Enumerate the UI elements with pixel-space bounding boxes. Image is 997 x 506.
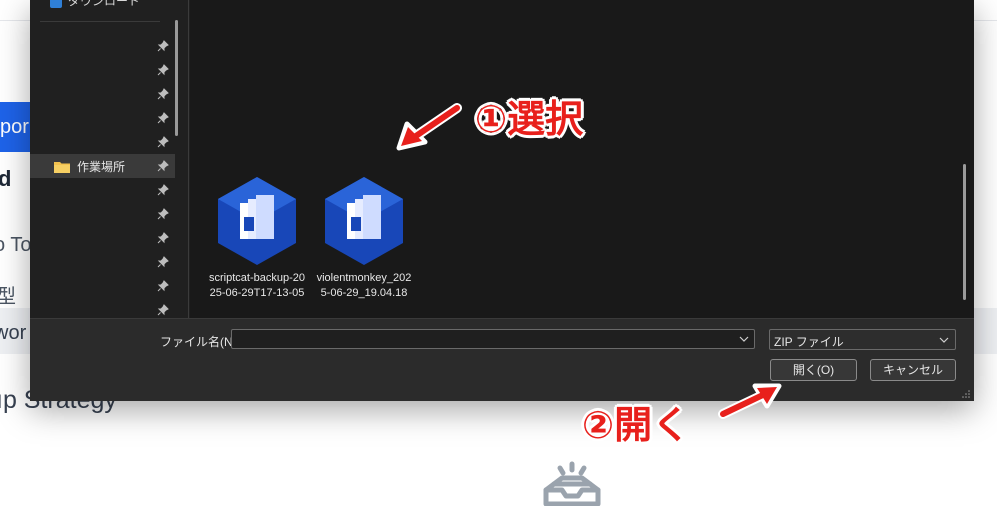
annotation-arrow-2 bbox=[718, 383, 782, 419]
quick-access-item[interactable] bbox=[30, 202, 175, 226]
file-list-pane: scriptcat-backup-2025-06-29T17-13-05 vio… bbox=[190, 0, 974, 318]
chevron-down-icon bbox=[939, 337, 949, 343]
file-item[interactable]: violentmonkey_2025-06-29_19.04.18 bbox=[314, 175, 414, 301]
pin-icon bbox=[157, 304, 169, 316]
quick-access-item[interactable] bbox=[30, 130, 175, 154]
pin-icon bbox=[157, 88, 169, 100]
chevron-down-icon[interactable] bbox=[738, 333, 750, 345]
sidebar-item-top[interactable]: ダウンロード bbox=[50, 0, 170, 8]
sidebar-item-label: ダウンロード bbox=[68, 0, 141, 8]
quick-access-item[interactable] bbox=[30, 274, 175, 298]
quick-access-list: 作業場所 bbox=[30, 34, 175, 322]
quick-access-item[interactable] bbox=[30, 178, 175, 202]
filetype-value: ZIP ファイル bbox=[774, 335, 844, 349]
file-open-dialog: ダウンロード 作業場所 scriptcat-backup-2025-06-29T… bbox=[30, 0, 974, 401]
background-heading: d bbox=[0, 166, 12, 191]
sidebar-scrollbar[interactable] bbox=[175, 20, 178, 136]
pin-icon bbox=[157, 112, 169, 124]
sidebar-item-label: 作業場所 bbox=[77, 160, 126, 174]
quick-access-item[interactable] bbox=[30, 106, 175, 130]
quick-access-item[interactable] bbox=[30, 82, 175, 106]
quick-access-item[interactable] bbox=[30, 58, 175, 82]
zip-archive-icon bbox=[218, 177, 296, 265]
resize-grip-icon[interactable] bbox=[962, 390, 970, 398]
pin-icon bbox=[157, 64, 169, 76]
pin-icon bbox=[157, 256, 169, 268]
pin-icon bbox=[157, 184, 169, 196]
sidebar-item-workspace[interactable]: 作業場所 bbox=[30, 154, 175, 178]
pin-icon bbox=[157, 160, 169, 172]
dialog-footer: ファイル名(N): ZIP ファイル 開く(O) キャンセル bbox=[30, 318, 974, 401]
file-list-scrollbar[interactable] bbox=[963, 164, 966, 300]
background-text-1: o To bbox=[0, 234, 32, 256]
file-name: scriptcat-backup-2025-06-29T17-13-05 bbox=[209, 272, 305, 299]
open-button[interactable]: 開く(O) bbox=[770, 359, 857, 381]
zip-archive-icon bbox=[325, 177, 403, 265]
downloads-icon bbox=[50, 0, 62, 8]
divider bbox=[40, 21, 160, 22]
pin-icon bbox=[157, 232, 169, 244]
navigation-pane: ダウンロード 作業場所 bbox=[30, 0, 190, 318]
filename-input[interactable] bbox=[231, 329, 755, 349]
background-text-2: 型 bbox=[0, 286, 16, 308]
annotation-step-2: ②開く bbox=[582, 403, 691, 447]
pin-icon bbox=[157, 136, 169, 148]
filename-label: ファイル名(N): bbox=[160, 335, 240, 349]
filetype-select[interactable]: ZIP ファイル bbox=[769, 329, 956, 350]
background-tab-button[interactable]: por bbox=[0, 102, 32, 152]
cancel-button[interactable]: キャンセル bbox=[870, 359, 956, 381]
pane-divider[interactable] bbox=[188, 0, 189, 318]
background-row-text: wor bbox=[0, 322, 27, 344]
annotation-step-1: ①選択 bbox=[475, 97, 584, 141]
quick-access-item[interactable] bbox=[30, 226, 175, 250]
file-item[interactable]: scriptcat-backup-2025-06-29T17-13-05 bbox=[207, 175, 307, 301]
annotation-arrow-1 bbox=[396, 103, 462, 151]
empty-inbox-icon bbox=[543, 461, 601, 506]
pin-icon bbox=[157, 40, 169, 52]
quick-access-item[interactable] bbox=[30, 34, 175, 58]
folder-icon bbox=[54, 160, 70, 173]
pin-icon bbox=[157, 208, 169, 220]
file-name: violentmonkey_2025-06-29_19.04.18 bbox=[316, 272, 412, 299]
quick-access-item[interactable] bbox=[30, 250, 175, 274]
pin-icon bbox=[157, 280, 169, 292]
